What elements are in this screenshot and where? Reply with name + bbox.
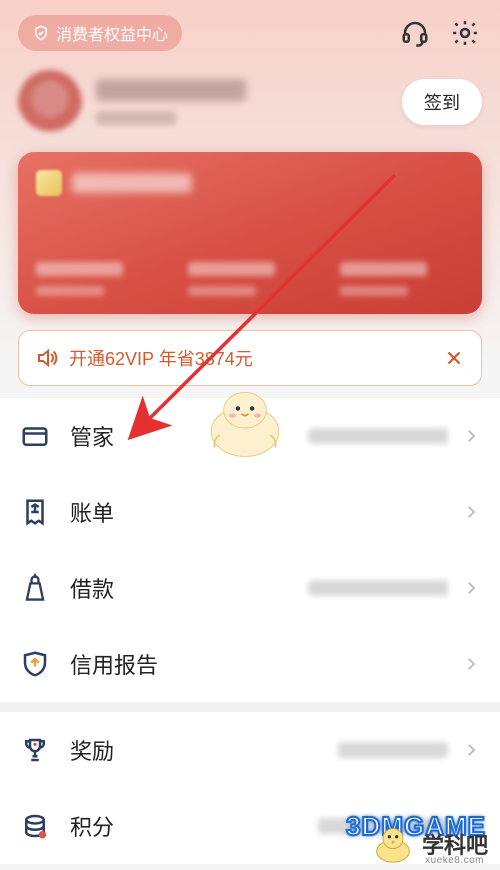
member-title-redacted [72,173,192,193]
menu-label: 账单 [70,496,114,528]
menu-label: 信用报告 [70,648,158,680]
menu-item-jiangli[interactable]: 奖励 [0,712,500,788]
avatar[interactable] [18,70,82,134]
member-badge-icon [36,170,62,196]
menu-item-xinyong[interactable]: 信用报告 [0,626,500,702]
menu-value-redacted [308,428,448,444]
profile-page: 消费者权益中心 签到 [0,0,500,870]
gear-icon [450,18,480,48]
wallet-icon [21,573,49,603]
chevron-right-icon [462,503,480,521]
headset-icon [400,18,430,48]
menu-label: 奖励 [70,734,114,766]
mascot-icon [200,380,290,460]
menu-item-jiekuan[interactable]: 借款 [0,550,500,626]
vip-banner[interactable]: 开通62VIP 年省3874元 [18,330,482,386]
chevron-right-icon [462,427,480,445]
menu-value-redacted [318,818,448,834]
profile-text [96,79,402,125]
chevron-right-icon [462,655,480,673]
menu-item-jifen[interactable]: 积分 [0,788,500,864]
speaker-icon [35,346,59,370]
menu-value-redacted [308,580,448,596]
menu-label: 积分 [70,810,114,842]
checkin-button[interactable]: 签到 [402,79,482,125]
shield-icon [20,649,50,679]
receipt-icon [20,497,50,527]
checkin-label: 签到 [424,93,460,113]
profile-row: 签到 [0,58,500,148]
top-bar: 消费者权益中心 [0,0,500,58]
menu-item-zhangdan[interactable]: 账单 [0,474,500,550]
support-button[interactable] [398,16,432,50]
menu-label: 借款 [70,572,114,604]
consumer-rights-pill[interactable]: 消费者权益中心 [18,15,182,51]
shield-check-icon [32,24,50,42]
menu-value-redacted [338,742,448,758]
close-icon[interactable] [443,347,465,369]
menu-label: 管家 [70,420,114,452]
menu-item-guanjia[interactable]: 管家 [0,398,500,474]
chevron-right-icon [462,579,480,597]
consumer-rights-label: 消费者权益中心 [56,21,168,45]
vip-banner-text: 开通62VIP 年省3874元 [69,345,443,371]
menu-list: 管家 账单 [0,398,500,864]
coins-icon [20,811,50,841]
card-icon [20,421,50,451]
chevron-right-icon [462,817,480,835]
profile-name-redacted [96,79,246,101]
profile-sub-redacted [96,111,176,125]
settings-button[interactable] [448,16,482,50]
member-card[interactable] [18,152,482,314]
chevron-right-icon [462,741,480,759]
trophy-icon [20,735,50,765]
